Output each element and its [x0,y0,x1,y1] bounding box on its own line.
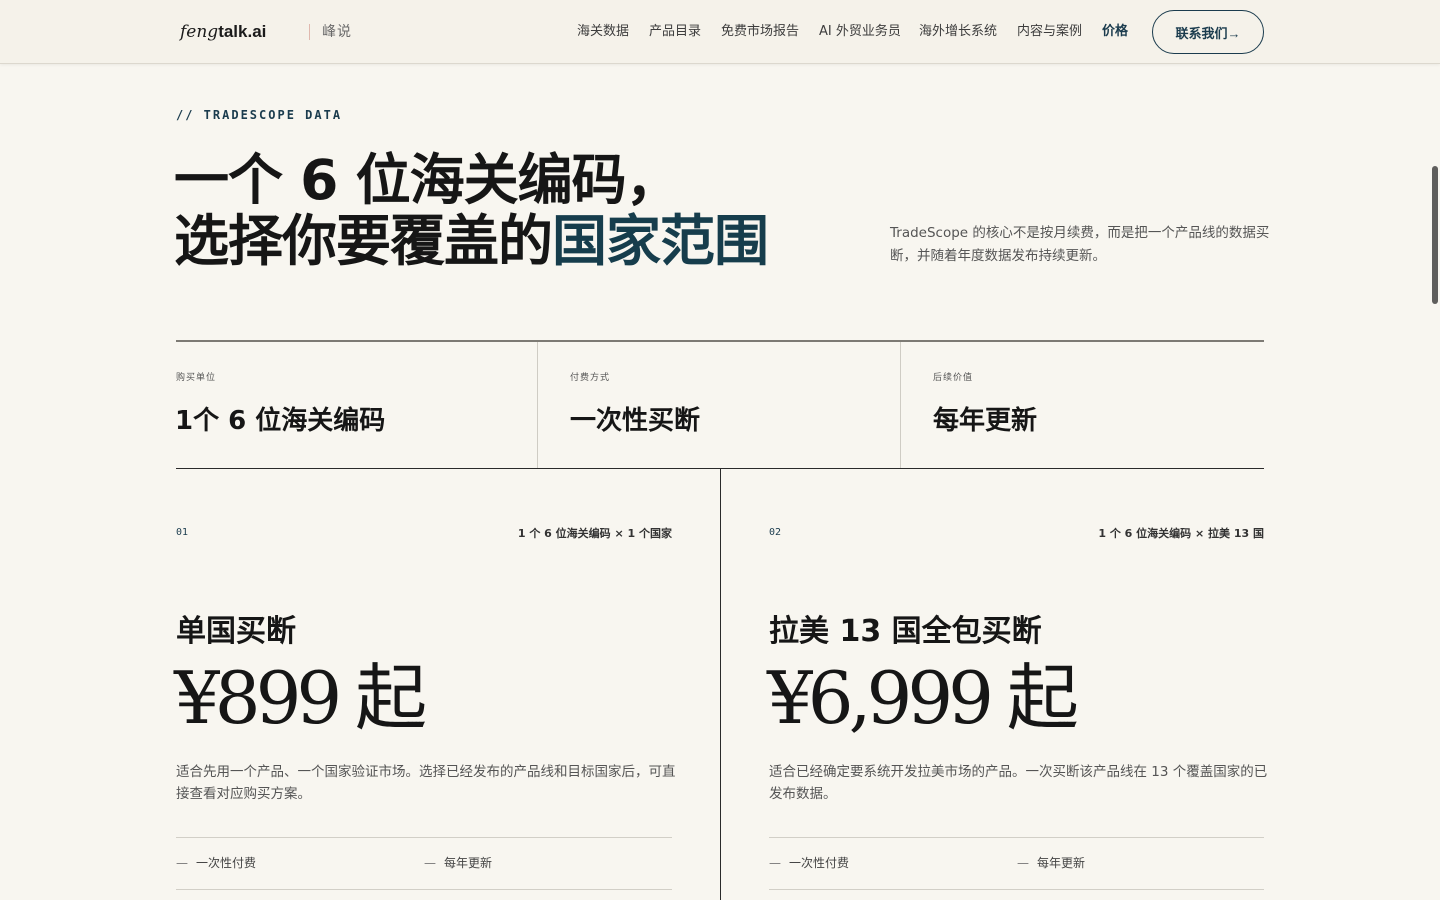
plan-feature-item: — 每年更新 [424,854,492,871]
plan-number: 01 [176,527,189,538]
plan-feature-label: 一次性付费 [789,856,850,870]
top-header: fengtalk.ai 峰说 海关数据 产品目录 免费市场报告 AI 外贸业务员… [0,0,1440,64]
logo-chinese-name: 峰说 [322,24,352,40]
logo-divider [309,24,310,40]
nav-item-growth-system[interactable]: 海外增长系统 [919,21,997,43]
contact-us-button[interactable]: 联系我们→ [1152,10,1264,54]
plan-tag: 1 个 6 位海关编码 × 拉美 13 国 [1098,527,1264,540]
title-line-2b-accent: 国家范围 [552,209,769,273]
hero-description: TradeScope 的核心不是按月续费，而是把一个产品线的数据买断，并随着年度… [890,225,1270,264]
nav-item-product-catalog[interactable]: 产品目录 [649,21,701,43]
nav-item-ai-sales-agent[interactable]: AI 外贸业务员 [819,21,901,43]
plan-name: 拉美 13 国全包买断 [769,614,1042,649]
plans-divider [720,469,721,900]
plan-features-bottom-rule [176,889,672,890]
stat-value-payment: 一次性买断 [570,406,701,436]
stats-top-rule [176,340,1264,342]
page-scrollbar-track[interactable] [1430,64,1440,900]
stat-label-value: 后续价值 [933,373,974,383]
page-scrollbar-thumb[interactable] [1432,166,1438,304]
nav-item-content-cases[interactable]: 内容与案例 [1017,21,1082,43]
logo-rest-text: talk.ai [218,22,267,41]
logo-feng-text: feng [180,22,219,42]
plan-tag: 1 个 6 位海关编码 × 1 个国家 [517,527,672,540]
plan-price: ¥6,999 起 [767,656,1079,740]
plan-features-top-rule [769,837,1264,838]
plan-feature-label: 每年更新 [1037,856,1086,870]
stat-value-value: 每年更新 [933,406,1038,436]
contact-us-label: 联系我们→ [1175,25,1241,41]
plan-description: 适合先用一个产品、一个国家验证市场。选择已经发布的产品线和目标国家后，可直接查看… [176,764,676,802]
stat-value-unit: 1个 6 位海关编码 [175,406,386,436]
stat-label-unit: 购买单位 [176,373,217,383]
site-logo[interactable]: fengtalk.ai [180,20,266,44]
section-eyebrow: // TRADESCOPE DATA [176,108,343,122]
dash-icon: — [176,856,188,870]
stat-label-payment: 付费方式 [570,373,611,383]
plan-features-top-rule [176,837,672,838]
dash-icon: — [769,856,781,870]
plan-feature-label: 一次性付费 [196,856,257,870]
plan-features-bottom-rule [769,889,1264,890]
plan-feature-item: — 一次性付费 [769,854,849,871]
nav-item-pricing[interactable]: 价格 [1102,21,1128,43]
plan-number: 02 [769,527,782,538]
title-line-2a: 选择你要覆盖的 [174,209,553,273]
plan-description: 适合已经确定要系统开发拉美市场的产品。一次买断该产品线在 13 个覆盖国家的已发… [769,764,1268,802]
plan-name: 单国买断 [176,614,296,649]
dash-icon: — [1017,856,1029,870]
stats-divider [537,342,538,468]
stats-divider [900,342,901,468]
plan-feature-label: 每年更新 [444,856,493,870]
dash-icon: — [424,856,436,870]
page-title: 一个 6 位海关编码， 选择你要覆盖的国家范围 [174,148,769,273]
plan-feature-item: — 每年更新 [1017,854,1085,871]
nav-item-customs-data[interactable]: 海关数据 [577,21,629,43]
title-line-1: 一个 6 位海关编码， [174,148,681,212]
plan-feature-item: — 一次性付费 [176,854,256,871]
nav-item-free-market-report[interactable]: 免费市场报告 [721,21,799,43]
plan-price: ¥899 起 [174,656,427,740]
